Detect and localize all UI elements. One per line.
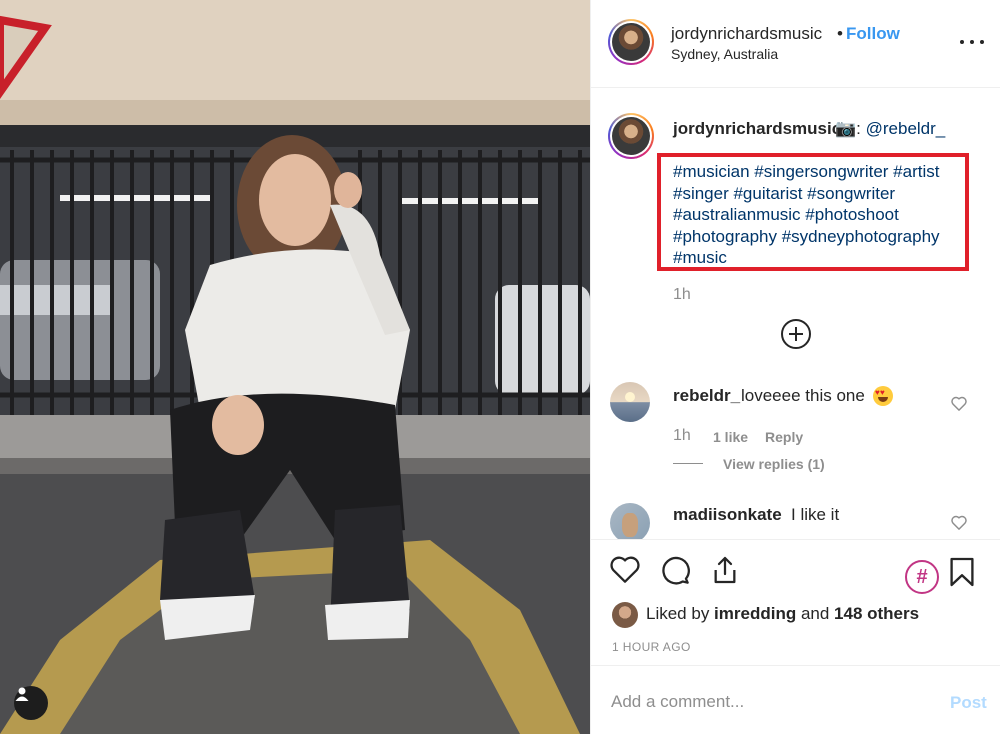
post-sidebar: jordynrichardsmusic • Follow Sydney, Aus…: [590, 0, 1000, 734]
post-actions: # Liked by imredding and 148 others 1 HO…: [591, 539, 1000, 665]
liked-user[interactable]: imredding: [714, 604, 796, 623]
commenter-avatar[interactable]: [610, 382, 650, 422]
hashtag-button[interactable]: #: [905, 560, 939, 594]
post-timestamp[interactable]: 1 HOUR AGO: [612, 640, 691, 654]
commenter-avatar[interactable]: [610, 503, 650, 539]
liked-prefix: Liked by: [646, 604, 715, 623]
caption-mention[interactable]: @rebeldr_: [866, 119, 946, 138]
comment-time: 1h: [673, 427, 691, 444]
person-icon: [15, 687, 29, 701]
comment-username[interactable]: rebeldr_: [673, 386, 740, 406]
add-comment-bar: Post: [591, 665, 1000, 734]
follow-button[interactable]: Follow: [846, 24, 900, 44]
caption-credit: 📷: @rebeldr_: [835, 119, 945, 139]
caption-avatar[interactable]: [608, 113, 654, 159]
liker-avatar[interactable]: [612, 602, 638, 628]
post-location[interactable]: Sydney, Australia: [671, 46, 778, 62]
caption-prefix: 📷:: [835, 119, 866, 138]
comment-likes[interactable]: 1 like: [713, 429, 748, 445]
reply-button[interactable]: Reply: [765, 429, 803, 445]
header-separator: •: [837, 24, 843, 43]
comment-bubble-icon[interactable]: [659, 554, 691, 586]
author-avatar[interactable]: [608, 19, 654, 65]
load-more-comments-icon[interactable]: [781, 319, 811, 349]
comment-username[interactable]: madiisonkate: [673, 505, 782, 525]
liked-by-text[interactable]: Liked by imredding and 148 others: [646, 604, 919, 624]
liked-mid: and: [796, 604, 835, 623]
caption-time: 1h: [673, 286, 691, 303]
comments-section[interactable]: jordynrichardsmusic 📷: @rebeldr_ #musici…: [591, 89, 1000, 539]
caption-hashtags[interactable]: #musician #singersongwriter #artist #sin…: [673, 161, 963, 269]
replies-divider: [673, 463, 703, 464]
post-photo: [0, 0, 590, 734]
caption-username[interactable]: jordynrichardsmusic: [673, 119, 841, 139]
comment-like-heart-icon[interactable]: [951, 396, 967, 411]
add-comment-input[interactable]: [611, 690, 921, 714]
comment-like-heart-icon[interactable]: [951, 515, 967, 530]
heart-eyes-emoji-icon: [873, 386, 893, 406]
author-username[interactable]: jordynrichardsmusic: [671, 24, 822, 44]
comment-text: I like it: [791, 505, 840, 524]
post-header: jordynrichardsmusic • Follow Sydney, Aus…: [591, 0, 1000, 88]
share-upload-icon[interactable]: [709, 554, 741, 586]
like-heart-icon[interactable]: [609, 554, 641, 584]
bookmark-save-icon[interactable]: [949, 556, 975, 588]
view-replies-button[interactable]: View replies (1): [723, 456, 825, 472]
liked-others[interactable]: 148 others: [834, 604, 919, 623]
post-comment-button[interactable]: Post: [950, 693, 987, 713]
more-options-icon[interactable]: [960, 36, 984, 48]
comment-text: loveeee this one: [741, 386, 865, 405]
post-image: [0, 0, 590, 734]
user-tag-button[interactable]: [14, 686, 48, 720]
